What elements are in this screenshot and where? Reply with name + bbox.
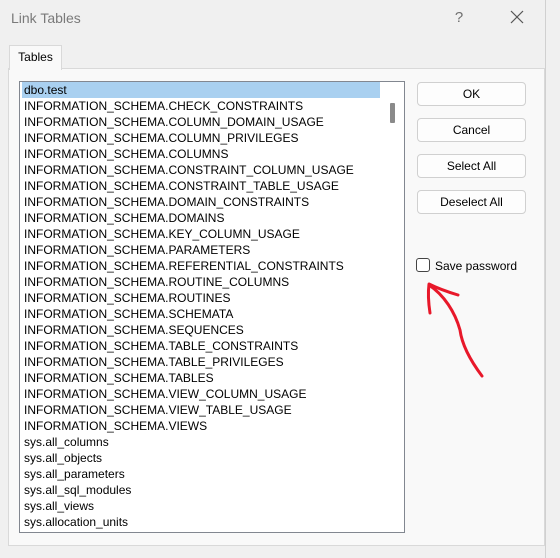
- table-list-item[interactable]: sys.all_columns: [20, 434, 384, 450]
- table-list-item[interactable]: INFORMATION_SCHEMA.ROUTINES: [20, 290, 384, 306]
- table-list-item[interactable]: INFORMATION_SCHEMA.TABLE_CONSTRAINTS: [20, 338, 384, 354]
- close-icon[interactable]: [504, 6, 530, 30]
- table-list-item[interactable]: dbo.test: [22, 82, 380, 98]
- help-icon[interactable]: ?: [446, 6, 472, 30]
- table-list-item[interactable]: INFORMATION_SCHEMA.CHECK_CONSTRAINTS: [20, 98, 384, 114]
- title-bar: Link Tables ?: [0, 0, 545, 36]
- table-list-item[interactable]: sys.all_views: [20, 498, 384, 514]
- table-list-item[interactable]: INFORMATION_SCHEMA.COLUMN_DOMAIN_USAGE: [20, 114, 384, 130]
- table-list-item[interactable]: INFORMATION_SCHEMA.ROUTINE_COLUMNS: [20, 274, 384, 290]
- window-title: Link Tables: [11, 10, 81, 26]
- table-list-item[interactable]: INFORMATION_SCHEMA.SEQUENCES: [20, 322, 384, 338]
- table-list-item[interactable]: sys.allocation_units: [20, 514, 384, 530]
- table-list-item[interactable]: INFORMATION_SCHEMA.REFERENTIAL_CONSTRAIN…: [20, 258, 384, 274]
- table-list-item[interactable]: INFORMATION_SCHEMA.CONSTRAINT_COLUMN_USA…: [20, 162, 384, 178]
- save-password-checkbox[interactable]: [416, 258, 430, 272]
- list-scrollbar[interactable]: [386, 82, 402, 531]
- cancel-button[interactable]: Cancel: [417, 118, 526, 142]
- table-list-item[interactable]: INFORMATION_SCHEMA.CONSTRAINT_TABLE_USAG…: [20, 178, 384, 194]
- link-tables-dialog: Link Tables ? Tables dbo.test INFORMATION…: [0, 0, 546, 558]
- table-list-item[interactable]: INFORMATION_SCHEMA.DOMAINS: [20, 210, 384, 226]
- table-list-item[interactable]: INFORMATION_SCHEMA.SCHEMATA: [20, 306, 384, 322]
- table-list-item[interactable]: INFORMATION_SCHEMA.DOMAIN_CONSTRAINTS: [20, 194, 384, 210]
- select-all-button[interactable]: Select All: [417, 154, 526, 178]
- table-list-item[interactable]: INFORMATION_SCHEMA.VIEWS: [20, 418, 384, 434]
- deselect-all-button[interactable]: Deselect All: [417, 190, 526, 214]
- table-list-item[interactable]: INFORMATION_SCHEMA.TABLE_PRIVILEGES: [20, 354, 384, 370]
- table-list-item[interactable]: sys.all_parameters: [20, 466, 384, 482]
- table-list-item[interactable]: INFORMATION_SCHEMA.KEY_COLUMN_USAGE: [20, 226, 384, 242]
- save-password-label: Save password: [435, 259, 518, 273]
- table-list-item[interactable]: INFORMATION_SCHEMA.VIEW_TABLE_USAGE: [20, 402, 384, 418]
- table-list-item[interactable]: INFORMATION_SCHEMA.COLUMN_PRIVILEGES: [20, 130, 384, 146]
- tab-tables[interactable]: Tables: [9, 45, 62, 70]
- table-list-item[interactable]: sys.all_objects: [20, 450, 384, 466]
- table-list-item[interactable]: INFORMATION_SCHEMA.TABLES: [20, 370, 384, 386]
- table-list-item[interactable]: sys.all_sql_modules: [20, 482, 384, 498]
- ok-button[interactable]: OK: [417, 82, 526, 106]
- table-list-item[interactable]: INFORMATION_SCHEMA.PARAMETERS: [20, 242, 384, 258]
- table-list: dbo.test INFORMATION_SCHEMA.CHECK_CONSTRA…: [20, 82, 384, 530]
- table-list-item[interactable]: INFORMATION_SCHEMA.VIEW_COLUMN_USAGE: [20, 386, 384, 402]
- table-list-item[interactable]: INFORMATION_SCHEMA.COLUMNS: [20, 146, 384, 162]
- scrollbar-thumb[interactable]: [390, 103, 395, 123]
- tables-listbox[interactable]: dbo.test INFORMATION_SCHEMA.CHECK_CONSTRA…: [19, 81, 405, 533]
